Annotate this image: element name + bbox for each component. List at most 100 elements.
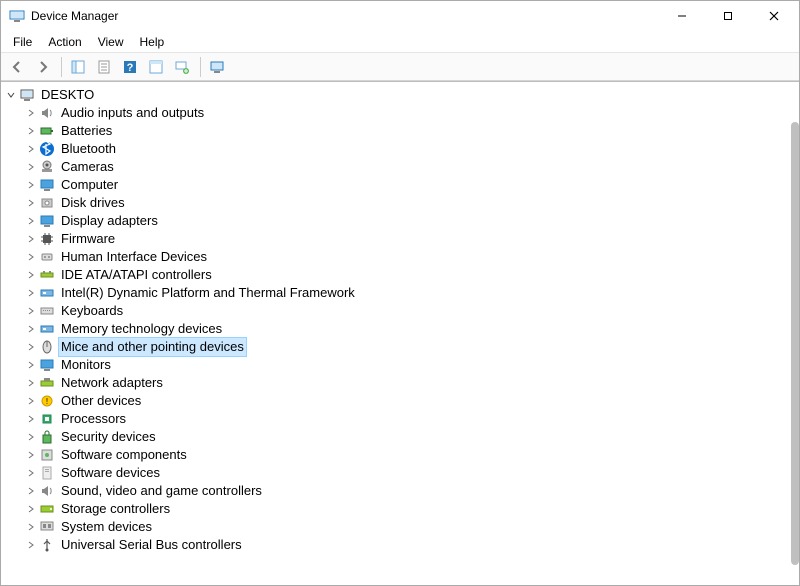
chevron-right-icon[interactable] bbox=[25, 485, 37, 497]
chevron-right-icon[interactable] bbox=[25, 377, 37, 389]
show-hide-console-button[interactable] bbox=[66, 55, 90, 79]
tree-node-label: Intel(R) Dynamic Platform and Thermal Fr… bbox=[59, 284, 357, 302]
tree-node-keyboards[interactable]: Keyboards bbox=[1, 302, 795, 320]
camera-icon bbox=[39, 159, 55, 175]
tree-node-label: Security devices bbox=[59, 428, 158, 446]
chevron-right-icon[interactable] bbox=[25, 269, 37, 281]
chevron-right-icon[interactable] bbox=[25, 251, 37, 263]
chevron-right-icon[interactable] bbox=[25, 359, 37, 371]
tree-node-label: Universal Serial Bus controllers bbox=[59, 536, 244, 554]
close-button[interactable] bbox=[751, 1, 797, 31]
chevron-right-icon[interactable] bbox=[25, 341, 37, 353]
tree-node-label: Mice and other pointing devices bbox=[59, 338, 246, 356]
storage-icon bbox=[39, 501, 55, 517]
usb-icon bbox=[39, 537, 55, 553]
chevron-right-icon[interactable] bbox=[25, 413, 37, 425]
tree-node-label: Cameras bbox=[59, 158, 116, 176]
tree-node-usb[interactable]: Universal Serial Bus controllers bbox=[1, 536, 795, 554]
properties-button[interactable] bbox=[92, 55, 116, 79]
chevron-right-icon[interactable] bbox=[25, 395, 37, 407]
chevron-right-icon[interactable] bbox=[25, 179, 37, 191]
menu-help[interactable]: Help bbox=[132, 33, 173, 51]
battery-icon bbox=[39, 123, 55, 139]
tree-node-system[interactable]: System devices bbox=[1, 518, 795, 536]
tree-node-storage[interactable]: Storage controllers bbox=[1, 500, 795, 518]
chevron-right-icon[interactable] bbox=[25, 143, 37, 155]
tree-node-computer[interactable]: Computer bbox=[1, 176, 795, 194]
chevron-right-icon[interactable] bbox=[25, 467, 37, 479]
tree-node-other[interactable]: !Other devices bbox=[1, 392, 795, 410]
toolbar: ? bbox=[1, 53, 799, 81]
tree-node-disk[interactable]: Disk drives bbox=[1, 194, 795, 212]
chevron-right-icon[interactable] bbox=[25, 161, 37, 173]
tree-node-label: Other devices bbox=[59, 392, 143, 410]
tree-node-label: Firmware bbox=[59, 230, 117, 248]
chevron-right-icon[interactable] bbox=[25, 503, 37, 515]
tree-node-label: Storage controllers bbox=[59, 500, 172, 518]
toolbar-separator bbox=[61, 57, 62, 77]
toolbar-separator bbox=[200, 57, 201, 77]
tree-node-label: Monitors bbox=[59, 356, 113, 374]
back-button[interactable] bbox=[5, 55, 29, 79]
system-icon bbox=[39, 519, 55, 535]
vertical-scrollbar[interactable] bbox=[791, 122, 799, 565]
tree-root-node[interactable]: DESKTO bbox=[1, 86, 795, 104]
tree-node-label: Bluetooth bbox=[59, 140, 118, 158]
tree-node-label: Processors bbox=[59, 410, 128, 428]
tree-node-security[interactable]: Security devices bbox=[1, 428, 795, 446]
tree-node-network[interactable]: Network adapters bbox=[1, 374, 795, 392]
chevron-right-icon[interactable] bbox=[25, 197, 37, 209]
chevron-right-icon[interactable] bbox=[25, 215, 37, 227]
tree-node-bluetooth[interactable]: Bluetooth bbox=[1, 140, 795, 158]
tree-node-label: Sound, video and game controllers bbox=[59, 482, 264, 500]
tree-node-cameras[interactable]: Cameras bbox=[1, 158, 795, 176]
chevron-right-icon[interactable] bbox=[25, 233, 37, 245]
tree-node-label: IDE ATA/ATAPI controllers bbox=[59, 266, 214, 284]
tree-node-softcomp[interactable]: Software components bbox=[1, 446, 795, 464]
tree-root-label: DESKTO bbox=[39, 86, 96, 104]
tree-node-mice[interactable]: Mice and other pointing devices bbox=[1, 338, 795, 356]
tree-node-ide[interactable]: IDE ATA/ATAPI controllers bbox=[1, 266, 795, 284]
menu-view[interactable]: View bbox=[90, 33, 132, 51]
tree-node-label: System devices bbox=[59, 518, 154, 536]
tree-node-processors[interactable]: Processors bbox=[1, 410, 795, 428]
device-tree[interactable]: DESKTO Audio inputs and outputsBatteries… bbox=[1, 82, 795, 585]
chevron-down-icon[interactable] bbox=[5, 89, 17, 101]
action-button[interactable] bbox=[144, 55, 168, 79]
tree-node-memory[interactable]: Memory technology devices bbox=[1, 320, 795, 338]
chevron-right-icon[interactable] bbox=[25, 539, 37, 551]
help-button[interactable]: ? bbox=[118, 55, 142, 79]
svg-text:?: ? bbox=[127, 62, 134, 74]
tree-node-softdev[interactable]: Software devices bbox=[1, 464, 795, 482]
tree-node-hid[interactable]: Human Interface Devices bbox=[1, 248, 795, 266]
forward-button[interactable] bbox=[31, 55, 55, 79]
tree-node-batteries[interactable]: Batteries bbox=[1, 122, 795, 140]
chevron-right-icon[interactable] bbox=[25, 125, 37, 137]
tree-node-label: Keyboards bbox=[59, 302, 125, 320]
tree-node-audio[interactable]: Audio inputs and outputs bbox=[1, 104, 795, 122]
tree-node-intel[interactable]: Intel(R) Dynamic Platform and Thermal Fr… bbox=[1, 284, 795, 302]
maximize-button[interactable] bbox=[705, 1, 751, 31]
title-bar: Device Manager bbox=[1, 1, 799, 31]
tree-node-monitors[interactable]: Monitors bbox=[1, 356, 795, 374]
scan-hardware-button[interactable] bbox=[170, 55, 194, 79]
menu-file[interactable]: File bbox=[5, 33, 40, 51]
ide-icon bbox=[39, 267, 55, 283]
chevron-right-icon[interactable] bbox=[25, 449, 37, 461]
network-icon bbox=[39, 375, 55, 391]
chevron-right-icon[interactable] bbox=[25, 107, 37, 119]
chevron-right-icon[interactable] bbox=[25, 431, 37, 443]
tree-node-label: Display adapters bbox=[59, 212, 160, 230]
mouse-icon bbox=[39, 339, 55, 355]
chevron-right-icon[interactable] bbox=[25, 287, 37, 299]
chevron-right-icon[interactable] bbox=[25, 305, 37, 317]
tree-node-firmware[interactable]: Firmware bbox=[1, 230, 795, 248]
chevron-right-icon[interactable] bbox=[25, 521, 37, 533]
menu-action[interactable]: Action bbox=[40, 33, 89, 51]
chevron-right-icon[interactable] bbox=[25, 323, 37, 335]
tree-node-display[interactable]: Display adapters bbox=[1, 212, 795, 230]
devices-by-type-button[interactable] bbox=[205, 55, 229, 79]
chip-icon bbox=[39, 231, 55, 247]
minimize-button[interactable] bbox=[659, 1, 705, 31]
tree-node-sound[interactable]: Sound, video and game controllers bbox=[1, 482, 795, 500]
